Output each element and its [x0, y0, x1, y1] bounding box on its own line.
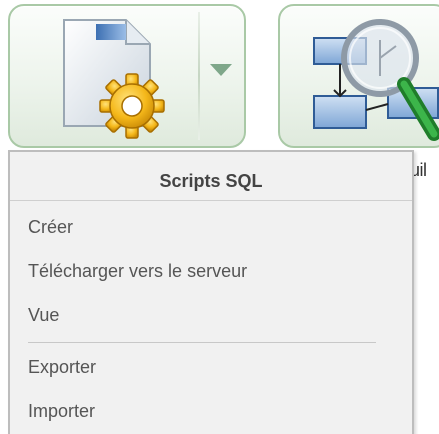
- scripts-sql-menu: Scripts SQL Créer Télécharger vers le se…: [8, 150, 414, 434]
- menu-item-export[interactable]: Exporter: [28, 357, 96, 378]
- menu-item-upload-to-server[interactable]: Télécharger vers le serveur: [28, 261, 247, 282]
- menu-item-view[interactable]: Vue: [28, 305, 59, 326]
- menu-item-create[interactable]: Créer: [28, 217, 73, 238]
- stage: uil Scripts SQL Créer Télécharger vers l…: [0, 0, 439, 434]
- query-builder-magnifier-icon: [313, 19, 439, 141]
- menu-divider: [28, 342, 376, 343]
- split-divider: [198, 12, 200, 140]
- menu-item-import[interactable]: Importer: [28, 401, 95, 422]
- sql-script-gear-icon: [63, 19, 165, 139]
- chevron-down-icon[interactable]: [210, 64, 232, 76]
- menu-title: Scripts SQL: [10, 152, 412, 201]
